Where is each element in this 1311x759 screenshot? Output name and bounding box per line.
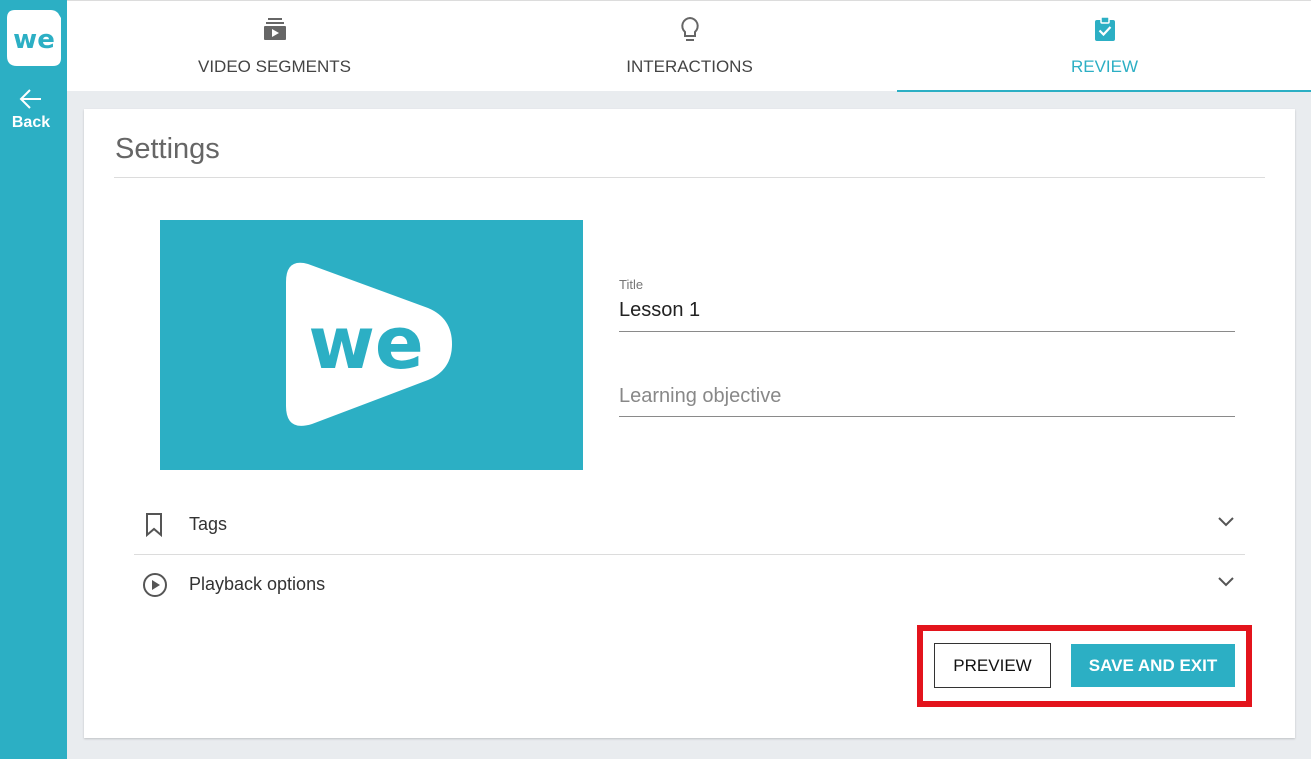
- clipboard-check-icon: [1091, 15, 1119, 48]
- thumbnail-logo-text: we: [308, 301, 423, 385]
- tab-video-segments[interactable]: VIDEO SEGMENTS: [67, 1, 482, 92]
- title-field[interactable]: Title Lesson 1: [619, 277, 1235, 332]
- back-label: Back: [11, 114, 51, 131]
- chevron-down-icon[interactable]: [1217, 515, 1235, 533]
- title-field-label: Title: [619, 277, 644, 292]
- tab-interactions[interactable]: INTERACTIONS: [482, 1, 897, 92]
- sidebar: we Back: [0, 0, 67, 759]
- divider: [114, 177, 1265, 178]
- save-and-exit-button[interactable]: SAVE AND EXIT: [1071, 644, 1235, 687]
- tab-label: VIDEO SEGMENTS: [197, 57, 352, 76]
- preview-button[interactable]: PREVIEW: [934, 643, 1051, 688]
- top-navigation: VIDEO SEGMENTS INTERACTIONS REVIEW: [67, 0, 1311, 92]
- tab-review[interactable]: REVIEW: [897, 1, 1311, 92]
- play-circle-icon: [142, 572, 168, 603]
- accordion-tags-label: Tags: [189, 514, 228, 534]
- logo-text: we: [13, 25, 55, 55]
- learning-objective-placeholder: Learning objective: [619, 385, 782, 407]
- settings-card: Settings we Title Lesson 1 Learning obje…: [84, 109, 1295, 738]
- page-title: Settings: [115, 133, 220, 165]
- accordion-playback-label: Playback options: [189, 574, 326, 594]
- accordion-playback-options[interactable]: Playback options: [134, 555, 1245, 615]
- chevron-down-icon[interactable]: [1217, 575, 1235, 593]
- video-thumbnail[interactable]: we: [160, 220, 583, 470]
- video-stack-icon: [261, 15, 289, 48]
- tab-label: INTERACTIONS: [626, 57, 753, 76]
- arrow-left-icon: [19, 89, 41, 109]
- lightbulb-icon: [676, 15, 704, 48]
- accordion-tags[interactable]: Tags: [134, 495, 1245, 555]
- learning-objective-field[interactable]: Learning objective: [619, 377, 1235, 417]
- title-field-value[interactable]: Lesson 1: [619, 299, 700, 322]
- bookmark-icon: [142, 512, 166, 543]
- tab-label: REVIEW: [1070, 57, 1139, 76]
- back-button[interactable]: Back: [0, 86, 62, 132]
- we-logo[interactable]: we: [7, 10, 61, 66]
